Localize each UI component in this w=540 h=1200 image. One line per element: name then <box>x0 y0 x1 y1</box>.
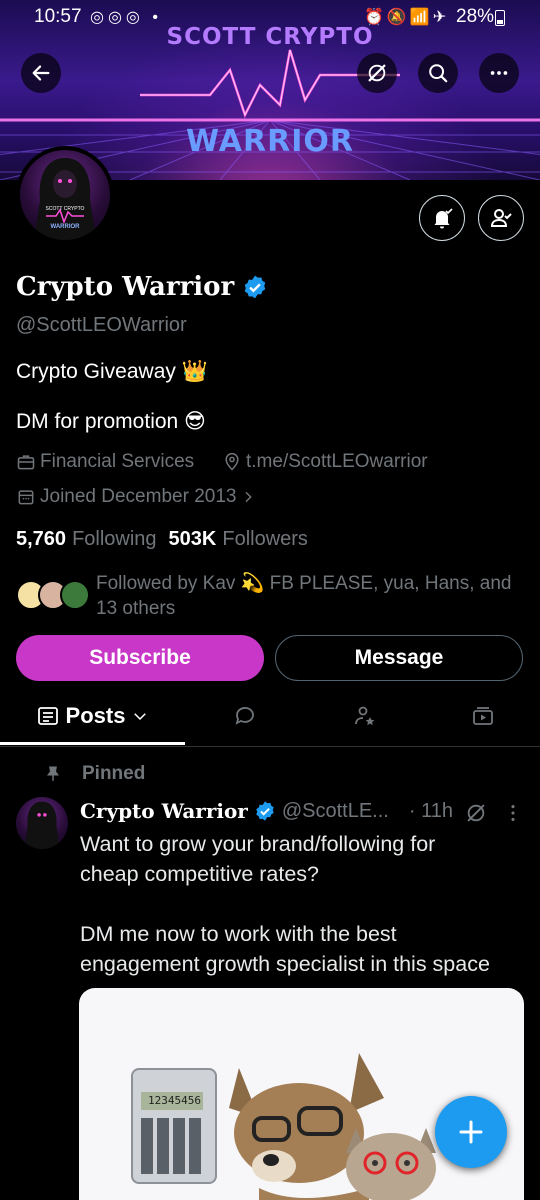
verified-icon[interactable] <box>242 274 268 300</box>
followers-count: 503K <box>168 528 217 550</box>
following-count: 5,760 <box>16 528 67 550</box>
back-arrow-icon <box>32 65 50 81</box>
reply-icon <box>235 707 254 725</box>
subscribe-button[interactable]: Subscribe <box>16 635 264 681</box>
compose-button[interactable] <box>435 1096 507 1168</box>
pinned-label: Pinned <box>82 763 146 784</box>
status-bar: 10:57 ◎◎◎ • ⏰🔕📶✈ 28% <box>0 0 540 36</box>
post-line-1: Want to grow your brand/following for <box>80 832 436 856</box>
followers-stat[interactable]: 503K Followers <box>169 528 308 551</box>
search-icon <box>429 64 448 83</box>
cat-illustration <box>346 1128 436 1200</box>
battery-icon <box>495 10 505 26</box>
calculator-display: 12345456 <box>141 1092 203 1110</box>
tab-posts-label: Posts <box>65 703 126 728</box>
briefcase-icon <box>17 455 35 470</box>
profile-handle: @ScottLEOWarrior <box>16 314 187 336</box>
follow-stats: 5,760 Following 503K Followers <box>16 528 308 551</box>
pinned-label-row: Pinned <box>44 763 145 785</box>
tab-posts[interactable]: Posts <box>0 690 185 742</box>
posts-icon <box>37 707 58 725</box>
highlights-icon <box>355 706 375 726</box>
grok-icon <box>368 64 386 82</box>
calculator-keys <box>141 1118 205 1174</box>
plus-icon <box>459 1120 483 1144</box>
followers-label: Followers <box>222 528 308 550</box>
back-button[interactable] <box>21 53 61 93</box>
profile-tabs: Posts <box>0 690 540 747</box>
active-tab-indicator <box>0 742 185 745</box>
avatar-text-top: SCOTT CRYPTO <box>45 206 85 212</box>
post-line-3: DM me now to work with the best <box>80 922 397 946</box>
more-button[interactable] <box>479 53 519 93</box>
location-icon <box>225 452 239 471</box>
profile-joined[interactable]: Joined December 2013 <box>16 486 256 508</box>
bio-line-1: Crypto Giveaway 👑 <box>16 360 208 383</box>
media-icon <box>472 707 493 725</box>
profile-category: Financial Services <box>16 451 194 473</box>
status-time: 10:57 <box>34 6 82 27</box>
following-stat[interactable]: 5,760 Following <box>16 528 157 551</box>
post-author-avatar[interactable] <box>16 797 68 849</box>
followed-by-text[interactable]: Followed by Kav 💫 FB PLEASE, yua, Hans, … <box>96 571 511 621</box>
follower-avatar <box>60 580 90 610</box>
following-button[interactable] <box>478 195 524 241</box>
post-header: Crypto Warrior @ScottLE... · 11h <box>80 799 453 823</box>
following-label: Following <box>72 528 157 550</box>
post-author-name[interactable]: Crypto Warrior <box>80 799 248 823</box>
profile-link[interactable]: t.me/ScottLEOwarrior <box>222 451 428 473</box>
profile-avatar[interactable]: SCOTT CRYPTO WARRIOR <box>16 146 114 244</box>
tab-replies[interactable] <box>185 690 305 742</box>
profile-name-row: Crypto Warrior <box>16 272 268 302</box>
chevron-right-icon <box>245 491 253 503</box>
tab-media[interactable] <box>425 690 540 742</box>
avatar-text-bottom: WARRIOR <box>50 224 80 230</box>
display-name: Crypto Warrior <box>16 272 235 302</box>
grok-button[interactable] <box>357 53 397 93</box>
joined-text: Joined December 2013 <box>40 486 237 507</box>
notification-icons: ◎◎◎ • <box>90 9 162 26</box>
post-line-4: engagement growth specialist in this spa… <box>80 952 490 976</box>
post-more-icon[interactable] <box>502 802 524 824</box>
verified-icon <box>256 801 274 821</box>
post-body: Want to grow your brand/following for ch… <box>80 829 530 979</box>
notifications-button[interactable] <box>419 195 465 241</box>
search-button[interactable] <box>418 53 458 93</box>
link-text[interactable]: t.me/ScottLEOwarrior <box>246 451 428 473</box>
post-avatar-image <box>24 801 60 849</box>
chevron-down-icon <box>134 713 147 721</box>
post-line-2: cheap competitive rates? <box>80 862 320 886</box>
post-media-image[interactable]: 12345456 <box>79 988 524 1200</box>
post-author-handle: @ScottLE... <box>281 799 389 822</box>
grok-icon[interactable] <box>465 802 487 824</box>
more-icon <box>490 71 508 75</box>
user-check-icon <box>490 209 512 227</box>
followed-by-avatars[interactable] <box>16 578 96 610</box>
category-text: Financial Services <box>40 451 195 472</box>
followed-by-line-2: 13 others <box>96 598 176 619</box>
message-button[interactable]: Message <box>275 635 523 681</box>
pin-icon <box>47 766 59 781</box>
followed-by-line-1: Followed by Kav 💫 FB PLEASE, yua, Hans, … <box>96 573 512 594</box>
post-time: · 11h <box>408 799 453 822</box>
bell-icon <box>434 208 453 229</box>
bio-line-2: DM for promotion 😎 <box>16 410 206 433</box>
system-icons: ⏰🔕📶✈ <box>364 9 450 26</box>
calendar-icon <box>18 490 34 505</box>
battery-level: 28% <box>456 6 495 27</box>
tab-highlights[interactable] <box>305 690 425 742</box>
